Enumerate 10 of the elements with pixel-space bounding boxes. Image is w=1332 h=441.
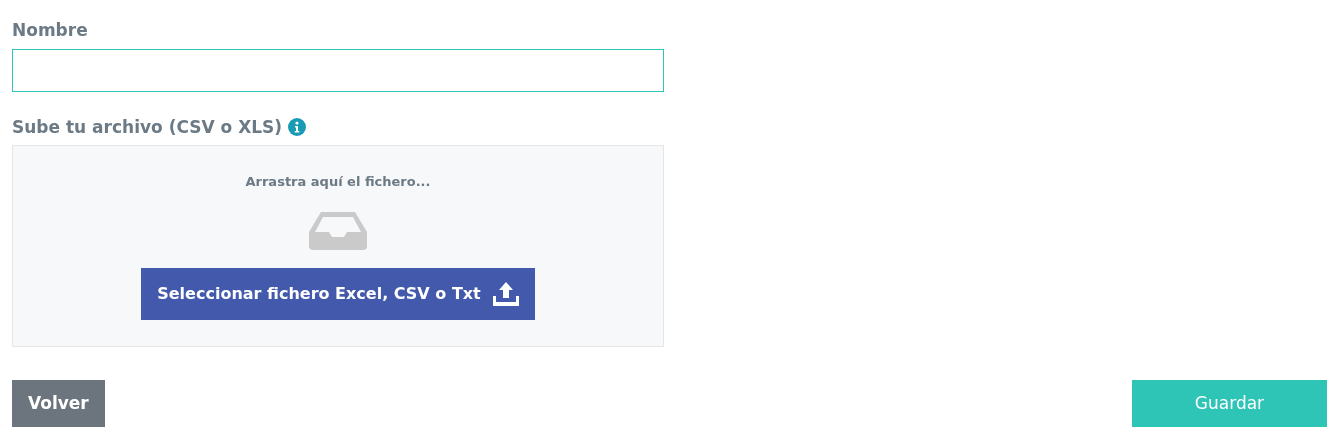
inbox-icon <box>309 211 367 250</box>
field-label: Nombre <box>12 19 89 42</box>
upload-label: Sube tu archivo (CSV o XLS) <box>12 115 283 139</box>
info-icon[interactable] <box>288 118 307 137</box>
name-input[interactable] <box>12 48 664 92</box>
drop-hint: Arrastra aquí el fichero... <box>245 173 431 191</box>
select-file-button[interactable]: Seleccionar fichero Excel, CSV o Txt <box>141 267 535 320</box>
drop-zone[interactable]: Arrastra aquí el fichero... Seleccionar fichero Excel, CSV o Txt <box>12 145 664 347</box>
upload-icon <box>492 281 519 306</box>
back-button[interactable]: Volver <box>12 380 105 427</box>
